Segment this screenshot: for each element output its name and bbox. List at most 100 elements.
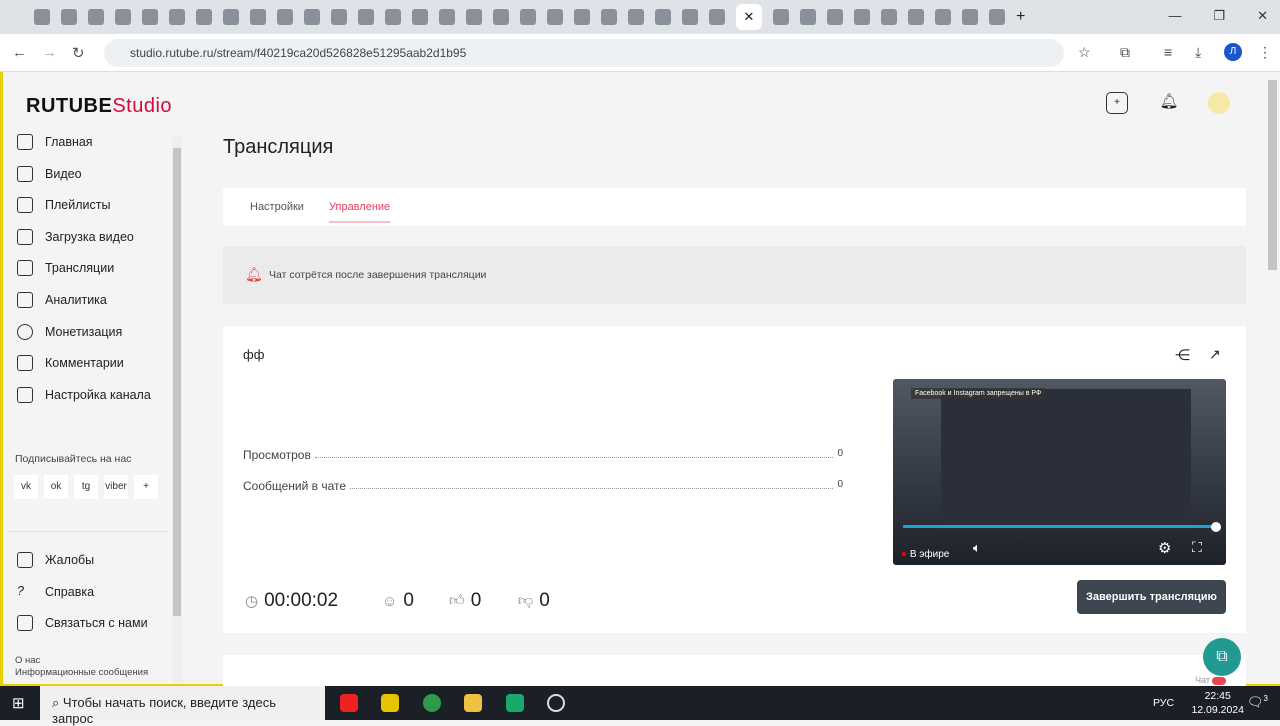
- upload-icon: [17, 229, 33, 245]
- yandex-icon[interactable]: [340, 694, 358, 712]
- browser-tab[interactable]: [493, 9, 509, 25]
- browser-tab[interactable]: [385, 9, 401, 25]
- browser-tab[interactable]: [34, 9, 50, 25]
- browser-tab[interactable]: [250, 9, 266, 25]
- browser-tab[interactable]: [520, 9, 536, 25]
- browser-tab[interactable]: [547, 9, 563, 25]
- explorer-icon[interactable]: [464, 694, 482, 712]
- sidebar-item-broadcasts[interactable]: Трансляции: [17, 260, 114, 276]
- taskbar-search[interactable]: ⌕ Чтобы начать поиск, введите здесь запр…: [40, 686, 325, 726]
- ok-link[interactable]: ok: [44, 475, 68, 499]
- new-tab-icon[interactable]: +: [1016, 8, 1025, 26]
- browser-tab[interactable]: [466, 9, 482, 25]
- browser-tab[interactable]: [773, 9, 789, 25]
- browser-tab[interactable]: [854, 9, 870, 25]
- reload-icon[interactable]: ↻: [72, 44, 85, 62]
- feedback-chat-button[interactable]: ⧉: [1203, 638, 1241, 676]
- progress-handle[interactable]: [1211, 522, 1221, 532]
- more-socials-link[interactable]: +: [134, 475, 158, 499]
- sidebar-item-home[interactable]: Главная: [17, 134, 93, 150]
- media-icon[interactable]: ≡: [1164, 44, 1172, 60]
- active-tab-close-icon[interactable]: ✕: [736, 4, 762, 30]
- browser-tab[interactable]: [989, 9, 1005, 25]
- browser-tab[interactable]: [881, 9, 897, 25]
- browser-tab[interactable]: [169, 9, 185, 25]
- sidebar-item-comments[interactable]: Комментарии: [17, 355, 124, 371]
- app-icon[interactable]: [381, 694, 399, 712]
- chat-toggle[interactable]: [1212, 677, 1226, 685]
- back-icon[interactable]: ←: [12, 44, 27, 61]
- sidebar-item-upload[interactable]: Загрузка видео: [17, 229, 134, 245]
- app-icon[interactable]: [506, 694, 524, 712]
- forward-icon[interactable]: →: [42, 44, 57, 61]
- bell-icon[interactable]: 🔔︎: [1158, 92, 1180, 114]
- obs-icon[interactable]: [547, 694, 565, 712]
- sidebar-item-video[interactable]: Видео: [17, 166, 82, 182]
- clock[interactable]: 22:45 12.09.2024: [1191, 689, 1244, 717]
- notifications-icon[interactable]: 🗨︎3: [1247, 694, 1268, 710]
- extensions-icon[interactable]: ⧉: [1120, 44, 1130, 61]
- fullscreen-icon[interactable]: ⛶: [1192, 539, 1202, 556]
- sidebar-item-complaints[interactable]: Жалобы: [17, 552, 94, 568]
- user-avatar[interactable]: [1208, 92, 1230, 114]
- windows-start-icon[interactable]: ⊞: [12, 694, 25, 712]
- browser-tab[interactable]: [827, 9, 843, 25]
- vk-link[interactable]: vk: [14, 475, 38, 499]
- browser-tab[interactable]: [223, 9, 239, 25]
- minimize-icon[interactable]: —: [1168, 8, 1181, 24]
- browser-tab[interactable]: [682, 9, 698, 25]
- sidebar-item-monetization[interactable]: Монетизация: [17, 324, 122, 340]
- browser-tab[interactable]: [908, 9, 924, 25]
- browser-tab[interactable]: [304, 9, 320, 25]
- browser-tab[interactable]: [935, 9, 951, 25]
- create-icon[interactable]: +: [1106, 92, 1128, 114]
- browser-tab[interactable]: [412, 9, 428, 25]
- profile-avatar[interactable]: Л: [1224, 43, 1242, 61]
- bookmark-star-icon[interactable]: ☆: [1078, 44, 1091, 61]
- chrome-icon[interactable]: [423, 694, 441, 712]
- browser-tab[interactable]: [61, 9, 77, 25]
- footer-link-about[interactable]: О нас: [15, 655, 40, 666]
- browser-tab[interactable]: [358, 9, 374, 25]
- sidebar-item-playlists[interactable]: Плейлисты: [17, 197, 110, 213]
- language-indicator[interactable]: РУС: [1153, 697, 1174, 709]
- browser-tab[interactable]: [277, 9, 293, 25]
- sidebar-item-contact[interactable]: Связаться с нами: [17, 615, 148, 631]
- browser-tab[interactable]: [142, 9, 158, 25]
- download-icon[interactable]: ⤓: [1195, 44, 1201, 61]
- url-input[interactable]: studio.rutube.ru/stream/f40219ca20d52682…: [104, 39, 1064, 67]
- browser-tab[interactable]: [800, 9, 816, 25]
- external-link-icon[interactable]: ↗: [1209, 346, 1221, 363]
- browser-tab[interactable]: [439, 9, 455, 25]
- page-scrollbar[interactable]: [1268, 80, 1277, 270]
- browser-tab[interactable]: [115, 9, 131, 25]
- telegram-link[interactable]: tg: [74, 475, 98, 499]
- tab-settings[interactable]: Настройки: [250, 201, 304, 213]
- menu-icon[interactable]: ⋮: [1258, 44, 1272, 61]
- browser-tab[interactable]: [709, 9, 725, 25]
- share-icon[interactable]: ⋲: [1175, 346, 1190, 364]
- close-window-icon[interactable]: ✕: [1257, 8, 1268, 24]
- browser-tab[interactable]: [962, 9, 978, 25]
- maximize-icon[interactable]: ❐: [1213, 8, 1225, 24]
- video-player[interactable]: Facebook и Instagram запрещены в РФ ● В …: [893, 379, 1226, 565]
- sidebar-item-analytics[interactable]: Аналитика: [17, 292, 107, 308]
- viber-link[interactable]: viber: [104, 475, 128, 499]
- sidebar-item-channel-settings[interactable]: Настройка канала: [17, 387, 151, 403]
- browser-tab[interactable]: [601, 9, 617, 25]
- gear-icon[interactable]: ⚙: [1158, 539, 1171, 557]
- progress-bar[interactable]: [903, 525, 1217, 528]
- end-stream-button[interactable]: Завершить трансляцию: [1077, 580, 1226, 614]
- browser-tab[interactable]: [628, 9, 644, 25]
- browser-tab[interactable]: [196, 9, 212, 25]
- rutube-studio-logo[interactable]: RUTUBEStudio: [26, 95, 172, 118]
- volume-icon[interactable]: 🔈︎: [973, 540, 981, 556]
- sidebar-item-help[interactable]: ? Справка: [17, 584, 94, 600]
- browser-tab[interactable]: [574, 9, 590, 25]
- browser-tab[interactable]: [88, 9, 104, 25]
- browser-tab[interactable]: [655, 9, 671, 25]
- tab-management[interactable]: Управление: [329, 201, 391, 223]
- footer-link-info[interactable]: Информационные сообщения: [15, 667, 148, 678]
- browser-tab[interactable]: [331, 9, 347, 25]
- sidebar-scrollbar[interactable]: [172, 136, 182, 682]
